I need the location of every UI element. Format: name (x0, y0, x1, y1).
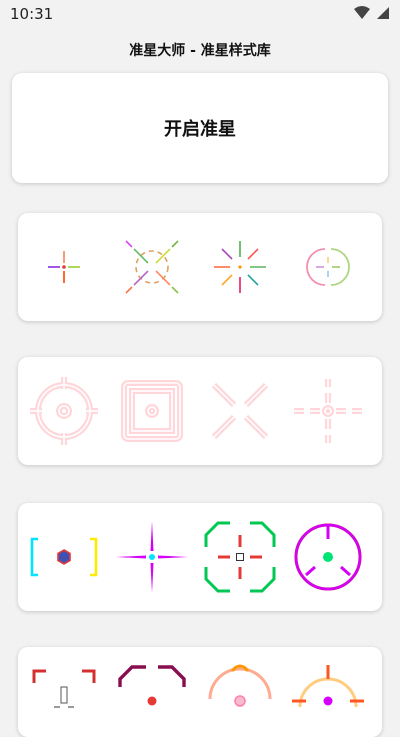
crosshair-style-row-4 (18, 647, 382, 737)
circle-magenta-crosshair-icon (294, 523, 362, 591)
x-glow-crosshair-icon (211, 382, 269, 440)
crosshair-style-row-1 (18, 213, 382, 321)
circle-orange-crosshair-icon (292, 665, 364, 708)
scope-circle-crosshair-icon (30, 377, 98, 445)
start-crosshair-button[interactable]: 开启准星 (12, 73, 388, 183)
status-time: 10:31 (10, 5, 54, 23)
crosshair-style-circle-split[interactable] (288, 227, 368, 307)
dot-cross-crosshair-icon (294, 379, 362, 443)
start-crosshair-label: 开启准星 (164, 119, 236, 140)
status-bar: 10:31 (0, 0, 400, 28)
crosshair-style-row-3 (18, 503, 382, 611)
wifi-icon (354, 5, 370, 24)
plus-magenta-crosshair-icon (116, 521, 188, 593)
crosshair-style-circle-orange[interactable] (288, 657, 368, 737)
status-icons (354, 5, 390, 24)
crosshair-style-plus-dot[interactable] (24, 227, 104, 307)
crosshair-style-row-2 (18, 357, 382, 465)
crosshair-style-corners-red[interactable] (24, 657, 104, 737)
starburst-crosshair-icon (214, 241, 266, 293)
crosshair-style-x-glow[interactable] (200, 371, 280, 451)
crosshair-style-arch-orange[interactable] (200, 657, 280, 737)
crosshair-style-starburst[interactable] (200, 227, 280, 307)
crosshair-style-plus-magenta[interactable] (112, 517, 192, 597)
octagon-crimson-crosshair-icon (118, 665, 186, 706)
crosshair-style-circle-x[interactable] (112, 227, 192, 307)
crosshair-style-circle-magenta[interactable] (288, 517, 368, 597)
circle-split-crosshair-icon (306, 248, 350, 286)
crosshair-style-octagon-green[interactable] (200, 517, 280, 597)
crosshair-style-scope-circle[interactable] (24, 371, 104, 451)
octagon-green-crosshair-icon (204, 521, 276, 593)
scope-square-crosshair-icon (121, 380, 183, 442)
corners-red-crosshair-icon (32, 669, 96, 708)
bracket-hexagon-crosshair-icon (30, 537, 98, 577)
arch-orange-crosshair-icon (208, 664, 272, 707)
page-title: 准星大师 - 准星样式库 (129, 43, 271, 59)
crosshair-style-scope-square[interactable] (112, 371, 192, 451)
circle-x-crosshair-icon (125, 240, 179, 294)
plus-dot-crosshair-icon (48, 251, 80, 283)
cellular-signal-icon (376, 5, 390, 24)
crosshair-style-octagon-crimson[interactable] (112, 657, 192, 737)
crosshair-style-bracket-hexagon[interactable] (24, 517, 104, 597)
crosshair-style-dot-cross-glow[interactable] (288, 371, 368, 451)
